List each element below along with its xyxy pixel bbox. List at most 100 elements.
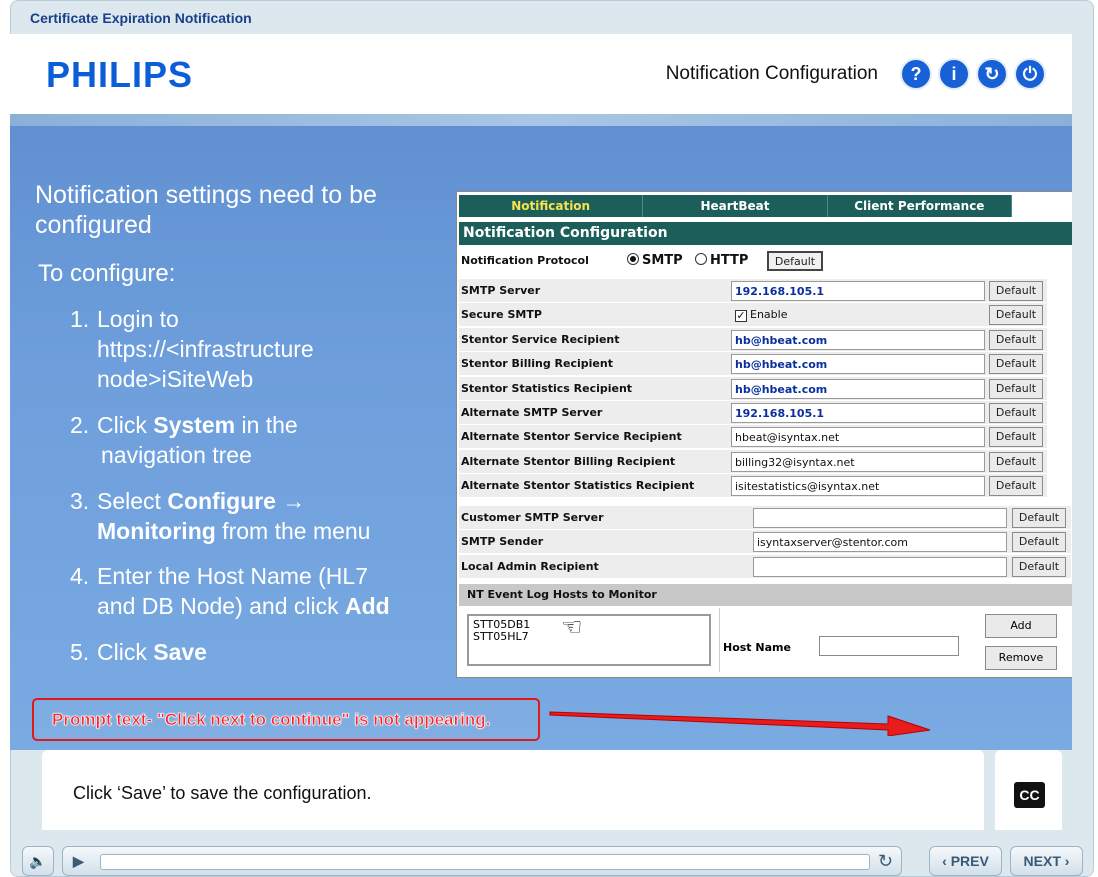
config-row: Customer SMTP Server Default xyxy=(459,506,1071,530)
step-number: 1. xyxy=(70,306,90,332)
host-name-input[interactable] xyxy=(819,636,959,656)
protocol-row: Notification Protocol SMTP HTTP Default xyxy=(459,249,823,273)
config-row-label: Stentor Billing Recipient xyxy=(461,357,613,371)
host-item[interactable]: STT05HL7 xyxy=(473,631,705,643)
default-button[interactable]: Default xyxy=(989,451,1043,472)
config-row: Secure SMTP ✓ Enable Default xyxy=(459,303,1047,328)
default-button[interactable]: Default xyxy=(1012,556,1066,577)
default-button[interactable]: Default xyxy=(989,281,1043,301)
config-row-label: SMTP Sender xyxy=(461,535,544,549)
step-4: 4. Enter the Host Name (HL7 and DB Node) … xyxy=(70,561,390,621)
checkbox-checked-icon: ✓ xyxy=(735,309,747,323)
step-1: 1. Login to https://<infrastructure node>… xyxy=(70,304,370,394)
step-number: 4. xyxy=(70,563,90,589)
pointing-hand-icon: ☜ xyxy=(561,613,583,641)
step-3: 3. Select Configure → Monitoring from the… xyxy=(70,486,370,546)
step-bold: Add xyxy=(345,593,390,619)
help-icon[interactable]: ? xyxy=(900,58,932,90)
config-row: SMTP Sender isyntaxserver@stentor.com Defa… xyxy=(459,530,1071,555)
config-field[interactable]: hb@hbeat.com xyxy=(731,329,985,350)
config-row: Stentor Statistics Recipient hb@hbeat.com… xyxy=(459,376,1047,401)
caption-text: Click ‘Save’ to save the configuration. xyxy=(73,783,372,803)
checkbox-label: Enable xyxy=(750,308,788,322)
step-text: Login to xyxy=(97,306,179,332)
window-title: Certificate Expiration Notification xyxy=(30,10,252,26)
config-field[interactable]: hb@hbeat.com xyxy=(731,378,985,399)
replay-icon[interactable]: ↻ xyxy=(878,851,893,872)
config-row-label: Alternate SMTP Server xyxy=(461,406,603,419)
default-button[interactable]: Default xyxy=(1012,508,1066,528)
refresh-icon[interactable]: ↻ xyxy=(976,58,1008,90)
step-number: 5. xyxy=(70,639,90,665)
philips-logo: PHILIPS xyxy=(46,54,194,95)
default-button[interactable]: Default xyxy=(989,305,1043,326)
default-button[interactable]: Default xyxy=(989,476,1043,497)
divider xyxy=(719,608,720,672)
step-text-cont: https://<infrastructure node>iSiteWeb xyxy=(97,336,314,392)
step-text: Select xyxy=(97,488,168,514)
config-field[interactable]: isyntaxserver@stentor.com xyxy=(753,532,1007,553)
config-row-label: Alternate Stentor Service Recipient xyxy=(461,430,682,444)
config-row-label: Local Admin Recipient xyxy=(461,559,599,573)
config-field[interactable]: isitestatistics@isyntax.net xyxy=(731,476,985,497)
config-row: SMTP Server 192.168.105.1 Default xyxy=(459,279,1047,303)
default-button[interactable]: Default xyxy=(989,329,1043,350)
next-label: NEXT xyxy=(1023,853,1061,869)
annotation-arrow-icon xyxy=(549,711,931,736)
radio-selected-icon xyxy=(627,253,639,265)
config-row: Local Admin Recipient Default xyxy=(459,554,1071,579)
default-button[interactable]: Default xyxy=(989,378,1043,399)
tab-heartbeat[interactable]: HeartBeat xyxy=(643,195,828,217)
default-button[interactable]: Default xyxy=(989,427,1043,448)
remove-button[interactable]: Remove xyxy=(985,646,1057,670)
closed-captions-icon[interactable]: CC xyxy=(1014,782,1045,808)
default-button[interactable]: Default xyxy=(989,403,1043,423)
volume-button[interactable]: 🔈 xyxy=(22,846,54,876)
step-text-cont: navigation tree xyxy=(101,442,252,468)
next-button[interactable]: NEXT › xyxy=(1010,846,1083,876)
tab-notification[interactable]: Notification xyxy=(459,195,644,217)
step-bold: System xyxy=(153,412,236,438)
config-row: Stentor Service Recipient hb@hbeat.com Def… xyxy=(459,327,1047,352)
default-button[interactable]: Default xyxy=(1012,532,1066,553)
chevron-left-icon: ‹ xyxy=(942,853,951,869)
protocol-default-button[interactable]: Default xyxy=(767,251,823,271)
prev-label: PREV xyxy=(950,853,989,869)
config-row: Alternate SMTP Server 192.168.105.1 Defaul… xyxy=(459,401,1047,425)
secure-smtp-checkbox[interactable]: ✓ Enable xyxy=(735,308,788,323)
play-icon[interactable]: ▶ xyxy=(73,853,84,870)
speaker-icon: 🔈 xyxy=(29,852,47,869)
prev-button[interactable]: ‹ PREV xyxy=(929,846,1002,876)
step-text: Enter the Host Name (HL7 xyxy=(97,563,369,589)
panel-title: Notification Configuration xyxy=(459,222,1072,245)
smtp-radio[interactable]: SMTP xyxy=(627,253,683,268)
power-icon[interactable]: ⏻ xyxy=(1014,58,1046,90)
config-field[interactable]: billing32@isyntax.net xyxy=(731,451,985,472)
tab-client-performance[interactable]: Client Performance xyxy=(828,195,1012,217)
config-row-label: Stentor Service Recipient xyxy=(461,332,620,346)
info-icon[interactable]: i xyxy=(938,58,970,90)
config-field[interactable]: 192.168.105.1 xyxy=(731,281,985,301)
notification-config-screenshot: Notification HeartBeat Client Performanc… xyxy=(456,191,1072,678)
step-text-cont: and DB Node) and click Add xyxy=(70,591,390,621)
config-field[interactable]: 192.168.105.1 xyxy=(731,403,985,423)
progress-track[interactable] xyxy=(100,854,870,870)
step-bold: Monitoring xyxy=(97,518,216,544)
step-text: in the xyxy=(235,412,298,438)
config-field[interactable] xyxy=(753,556,1007,577)
step-bold: Configure xyxy=(167,488,276,514)
step-2: 2. Click System in the navigation tree xyxy=(70,410,298,470)
default-button[interactable]: Default xyxy=(989,354,1043,375)
config-field[interactable]: hb@hbeat.com xyxy=(731,354,985,375)
step-bold: Save xyxy=(153,639,207,665)
config-tabs: Notification HeartBeat Client Performanc… xyxy=(459,195,1012,217)
add-button[interactable]: Add xyxy=(985,614,1057,638)
smtp-label: SMTP xyxy=(642,253,683,268)
config-field[interactable]: hbeat@isyntax.net xyxy=(731,427,985,448)
http-radio[interactable]: HTTP xyxy=(695,253,748,268)
host-name-label: Host Name xyxy=(723,641,791,654)
host-list[interactable]: STT05DB1 STT05HL7 xyxy=(467,614,711,666)
step-text: → xyxy=(275,488,306,514)
config-field[interactable] xyxy=(753,508,1007,528)
chevron-right-icon: › xyxy=(1060,853,1070,869)
